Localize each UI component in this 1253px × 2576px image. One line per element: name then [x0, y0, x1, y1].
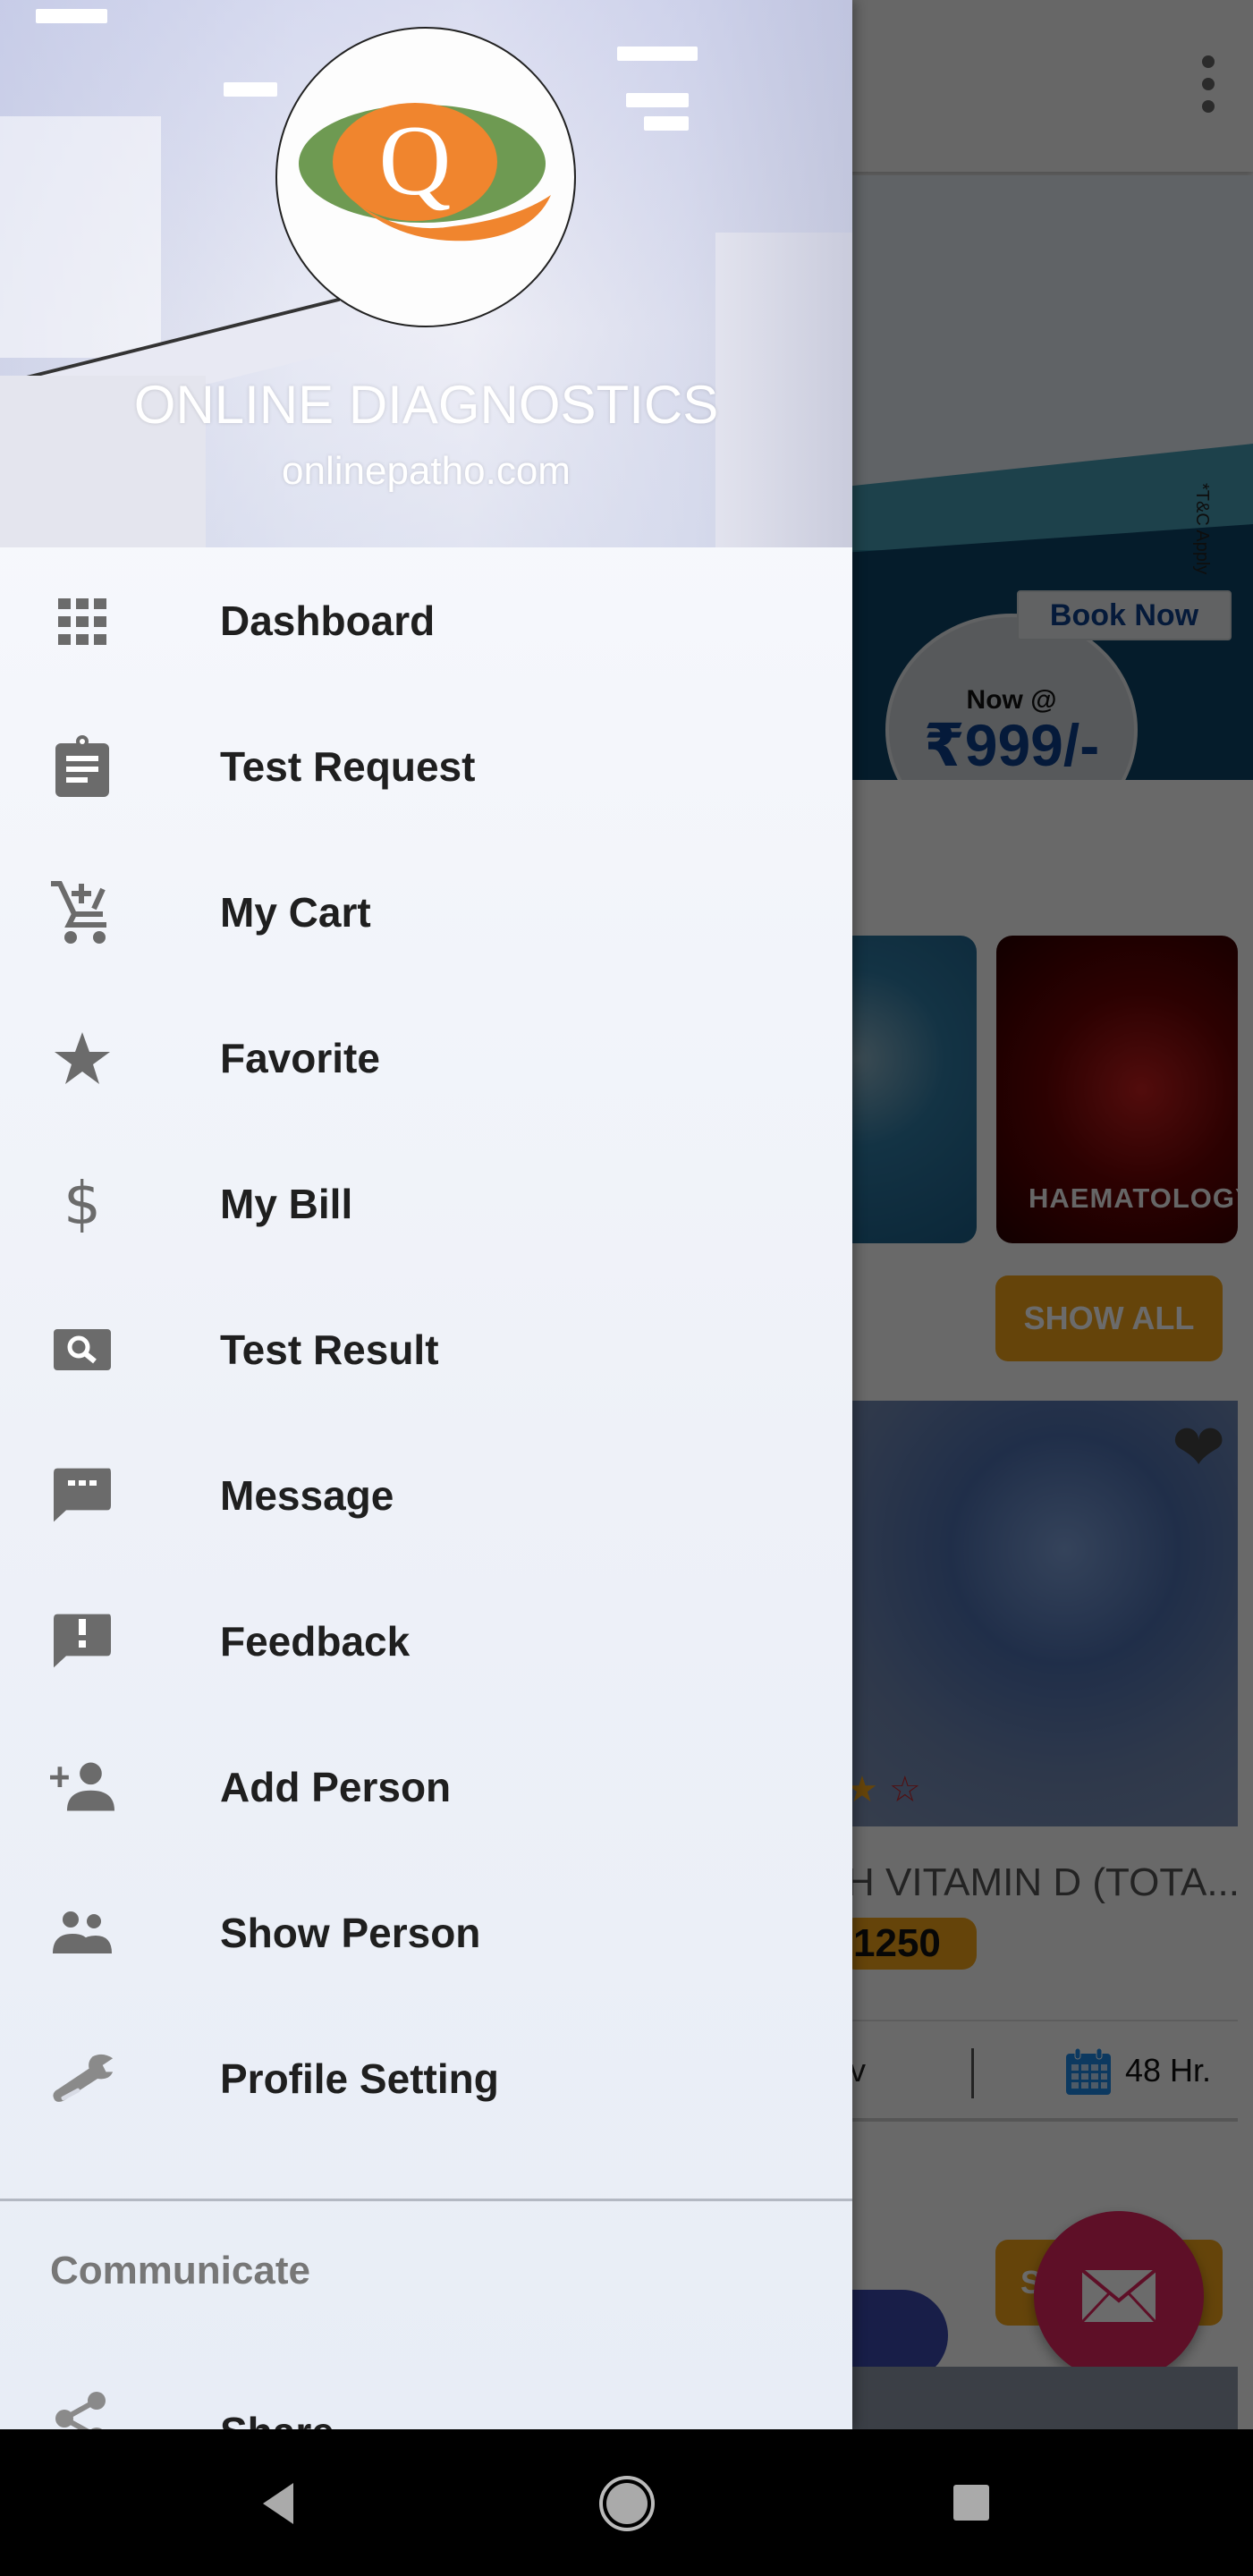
menu-item-favorite[interactable]: Favorite — [0, 985, 852, 1131]
system-nav-bar — [0, 2429, 1253, 2576]
menu-item-my-bill[interactable]: $ My Bill — [0, 1131, 852, 1276]
back-icon[interactable] — [259, 2481, 295, 2526]
header-bg-light — [617, 47, 698, 61]
star-icon — [50, 1026, 114, 1090]
menu-item-share[interactable]: Share — [0, 2361, 852, 2429]
menu-item-label: Add Person — [220, 1763, 452, 1810]
recents-icon[interactable] — [953, 2485, 989, 2521]
grid-icon — [50, 589, 114, 653]
home-icon[interactable] — [599, 2476, 655, 2531]
menu-item-test-result[interactable]: Test Result — [0, 1276, 852, 1422]
header-bg-light — [224, 82, 277, 97]
menu-item-label: Share — [220, 2408, 334, 2429]
feedback-icon — [50, 1609, 114, 1674]
wrench-icon — [50, 2046, 114, 2111]
person-add-icon — [50, 1755, 114, 1819]
menu-item-label: Message — [220, 1471, 394, 1519]
drawer-divider — [0, 2199, 852, 2201]
clipboard-icon — [50, 734, 114, 799]
menu-item-add-person[interactable]: Add Person — [0, 1714, 852, 1860]
menu-item-label: Test Request — [220, 742, 476, 790]
menu-item-label: My Cart — [220, 888, 371, 936]
header-bg-window — [0, 116, 161, 358]
header-bg-light — [626, 93, 689, 107]
share-icon — [54, 2392, 107, 2429]
header-bg-light — [644, 116, 689, 131]
logo-letter: Q — [379, 106, 452, 216]
menu-item-profile-setting[interactable]: Profile Setting — [0, 2005, 852, 2151]
menu-item-dashboard[interactable]: Dashboard — [0, 547, 852, 693]
add-cart-icon — [50, 880, 114, 945]
app-subtitle: onlinepatho.com — [282, 449, 571, 493]
menu-item-label: Favorite — [220, 1034, 380, 1081]
navigation-drawer: Q ONLINE DIAGNOSTICS onlinepatho.com Das… — [0, 0, 852, 2429]
search-icon — [50, 1318, 114, 1382]
app-logo: Q — [275, 27, 576, 327]
logo-q-icon: Q — [299, 103, 551, 242]
section-header-communicate: Communicate — [50, 2249, 310, 2292]
menu-item-label: Profile Setting — [220, 2055, 499, 2102]
dollar-icon: $ — [63, 1169, 101, 1238]
menu-item-label: Dashboard — [220, 597, 436, 644]
menu-item-label: Test Result — [220, 1326, 439, 1373]
app-title: ONLINE DIAGNOSTICS — [133, 375, 719, 435]
header-bg-light — [36, 9, 107, 23]
menu-item-message[interactable]: Message — [0, 1422, 852, 1568]
menu-item-feedback[interactable]: Feedback — [0, 1568, 852, 1714]
drawer-menu: Dashboard Test Request My Cart Favorite … — [0, 547, 852, 2151]
people-icon — [50, 1901, 114, 1965]
menu-item-show-person[interactable]: Show Person — [0, 1860, 852, 2005]
chat-icon — [50, 1463, 114, 1528]
menu-item-test-request[interactable]: Test Request — [0, 693, 852, 839]
menu-item-label: Feedback — [220, 1617, 411, 1665]
drawer-header: Q ONLINE DIAGNOSTICS onlinepatho.com — [0, 0, 852, 547]
menu-item-label: My Bill — [220, 1180, 353, 1227]
menu-item-label: Show Person — [220, 1909, 481, 1956]
menu-item-my-cart[interactable]: My Cart — [0, 839, 852, 985]
